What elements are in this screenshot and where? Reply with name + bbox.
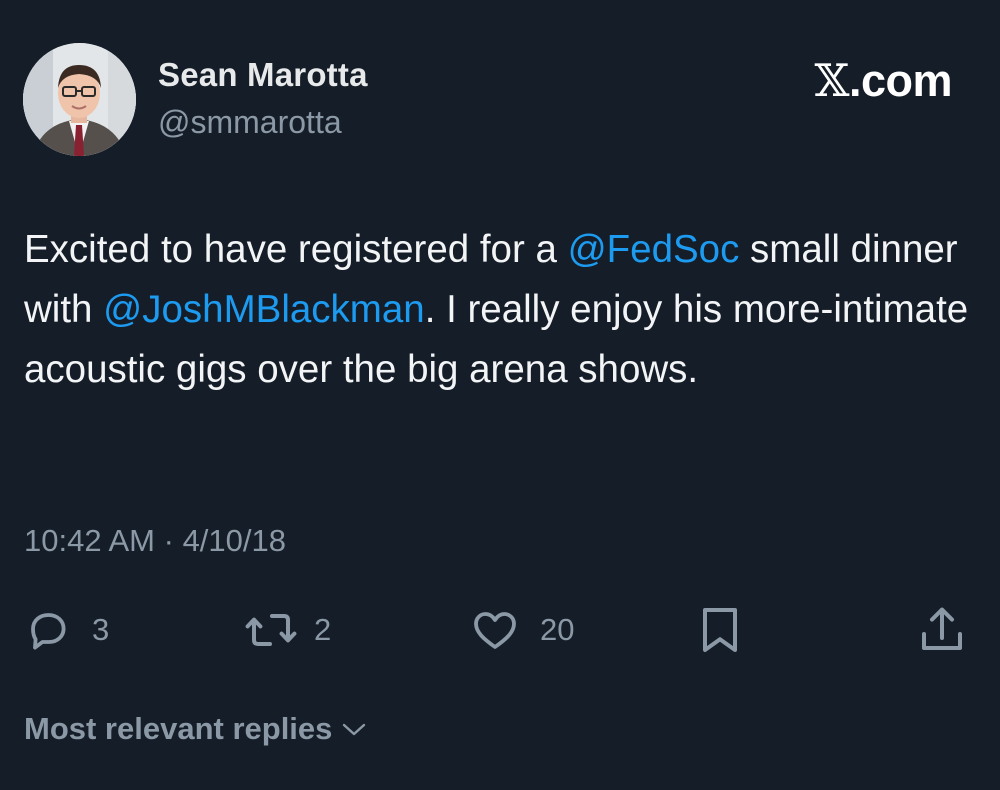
tweet-date: 4/10/18 <box>182 523 286 558</box>
tweet-text: Excited to have registered for a @FedSoc… <box>24 220 974 400</box>
reply-icon <box>24 606 72 654</box>
tweet-time: 10:42 AM <box>24 523 155 558</box>
share-icon <box>916 604 968 656</box>
x-logo-mark: 𝕏 <box>814 54 850 107</box>
retweet-button[interactable]: 2 <box>244 600 331 660</box>
tweet-card: Sean Marotta @smmarotta 𝕏.com Excited to… <box>0 0 1000 790</box>
replies-sort-dropdown[interactable]: Most relevant replies <box>24 711 368 747</box>
bookmark-icon <box>697 604 743 656</box>
reply-count: 3 <box>92 612 110 647</box>
share-button[interactable] <box>916 600 968 660</box>
meta-separator: · <box>163 523 174 558</box>
author-handle[interactable]: @smmarotta <box>158 104 342 141</box>
tweet-text-segment: Excited to have registered for a <box>24 228 568 271</box>
like-button[interactable]: 20 <box>470 600 574 660</box>
like-count: 20 <box>540 612 575 647</box>
x-logo: 𝕏.com <box>814 54 953 107</box>
bookmark-button[interactable] <box>697 600 743 660</box>
mention-joshmblackman[interactable]: @JoshMBlackman <box>103 288 425 331</box>
tweet-timestamp[interactable]: 10:42 AM · 4/10/18 <box>24 523 286 559</box>
author-display-name[interactable]: Sean Marotta <box>158 56 368 94</box>
chevron-down-icon <box>340 711 368 747</box>
x-logo-suffix: .com <box>848 55 953 106</box>
retweet-icon <box>244 606 298 654</box>
mention-fedsoc[interactable]: @FedSoc <box>568 228 740 271</box>
retweet-count: 2 <box>314 612 332 647</box>
heart-icon <box>470 606 520 654</box>
avatar[interactable] <box>23 43 136 156</box>
reply-button[interactable]: 3 <box>24 600 109 660</box>
action-bar: 3 2 20 <box>0 600 1000 660</box>
replies-sort-label: Most relevant replies <box>24 711 333 746</box>
